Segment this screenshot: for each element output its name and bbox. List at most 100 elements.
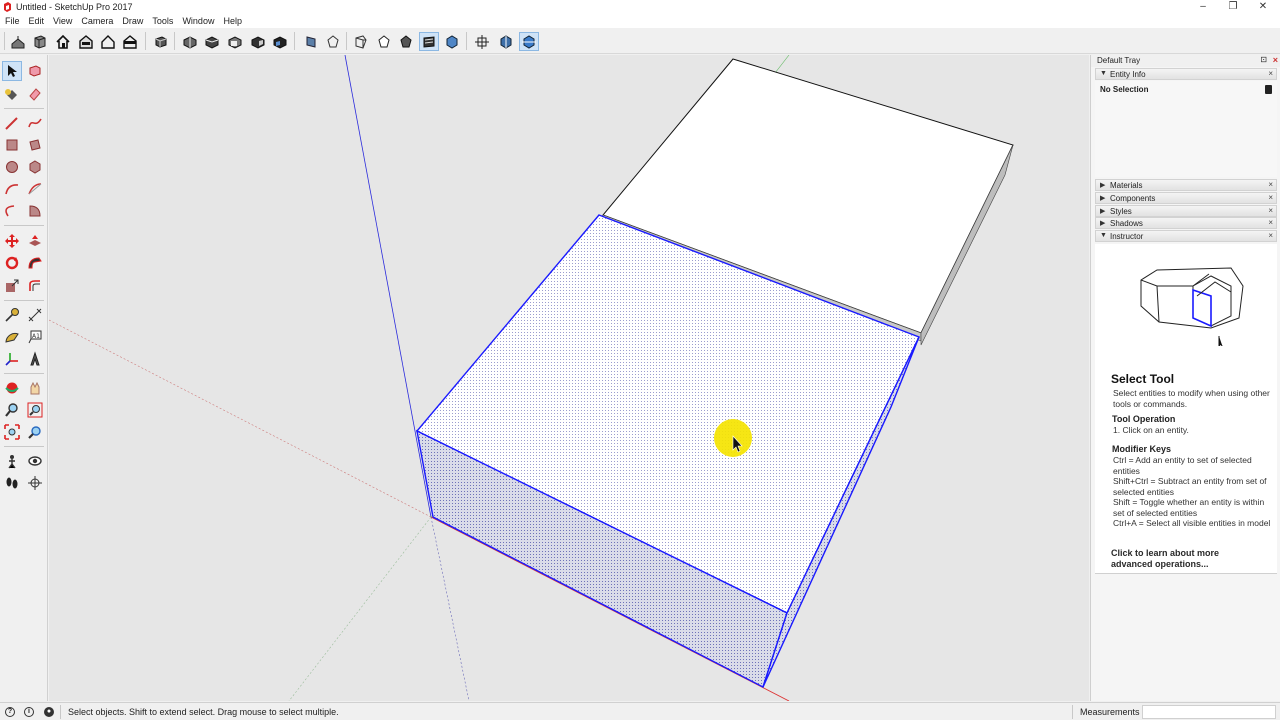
rectangle-icon[interactable] <box>2 135 22 155</box>
panel-entity-info[interactable]: ▼ Entity Info × <box>1095 68 1277 80</box>
rotated-rectangle-icon[interactable] <box>25 135 45 155</box>
menu-tools[interactable]: Tools <box>148 15 177 28</box>
user-account-icon[interactable]: ● <box>44 707 54 717</box>
section-plane-icon[interactable] <box>442 32 462 51</box>
credits-icon[interactable]: i <box>24 707 34 717</box>
views-right-icon[interactable] <box>248 32 268 51</box>
house-section-icon[interactable] <box>120 32 140 51</box>
panel-close-icon[interactable]: × <box>1268 180 1273 189</box>
freehand-icon[interactable] <box>25 113 45 133</box>
menu-file[interactable]: File <box>1 15 24 28</box>
text-icon[interactable]: A1 <box>25 327 45 347</box>
menu-help[interactable]: Help <box>219 15 246 28</box>
offset-icon[interactable] <box>25 276 45 296</box>
views-front-icon[interactable] <box>225 32 245 51</box>
circle-icon[interactable] <box>2 157 22 177</box>
house-open-icon[interactable] <box>76 32 96 51</box>
section-plane-tool-icon[interactable] <box>25 473 45 493</box>
views-top-icon[interactable] <box>202 32 222 51</box>
measurements-label: Measurements <box>1080 707 1140 717</box>
toggle-details-icon[interactable] <box>1265 85 1272 94</box>
section-fill-icon[interactable] <box>519 32 539 51</box>
collapsed-arrow-icon: ▶ <box>1100 208 1106 215</box>
xray-icon[interactable] <box>301 32 321 51</box>
cube-icon[interactable] <box>30 32 50 51</box>
zoom-window-icon[interactable] <box>25 400 45 420</box>
panel-label: Materials <box>1110 181 1143 190</box>
panel-close-icon[interactable]: × <box>1268 218 1273 227</box>
two-point-arc-icon[interactable] <box>25 179 45 199</box>
sketchup-logo-icon <box>4 2 11 12</box>
pie-icon[interactable] <box>25 201 45 221</box>
measurements-input[interactable] <box>1142 705 1276 719</box>
menu-edit[interactable]: Edit <box>25 15 49 28</box>
panel-close-icon[interactable]: × <box>1268 231 1273 240</box>
axes-icon[interactable] <box>2 349 22 369</box>
tray-close-icon[interactable]: × <box>1273 55 1278 65</box>
panel-materials[interactable]: ▶ Materials × <box>1095 179 1277 191</box>
maximize-button[interactable]: ❐ <box>1218 0 1248 15</box>
close-button[interactable]: ✕ <box>1248 0 1278 15</box>
move-icon[interactable] <box>2 231 22 251</box>
panel-components[interactable]: ▶ Components × <box>1095 192 1277 204</box>
walk-icon[interactable] <box>2 473 22 493</box>
menu-camera[interactable]: Camera <box>77 15 117 28</box>
move-camera-icon[interactable] <box>8 32 28 51</box>
zoom-extents-icon[interactable] <box>2 422 22 442</box>
follow-me-icon[interactable] <box>25 253 45 273</box>
look-around-icon[interactable] <box>25 451 45 471</box>
menu-view[interactable]: View <box>49 15 76 28</box>
shaded-textures-icon[interactable] <box>396 32 416 51</box>
collapsed-arrow-icon: ▶ <box>1100 182 1106 189</box>
learn-more-link[interactable]: Click to learn about more advanced opera… <box>1111 548 1261 570</box>
menu-draw[interactable]: Draw <box>118 15 147 28</box>
pin-icon[interactable]: ⊡ <box>1260 55 1267 64</box>
orbit-icon[interactable] <box>2 378 22 398</box>
position-camera-icon[interactable] <box>2 451 22 471</box>
3d-text-icon[interactable] <box>25 349 45 369</box>
minimize-button[interactable]: – <box>1188 0 1218 15</box>
dimension-icon[interactable] <box>25 305 45 325</box>
house-icon[interactable] <box>53 32 73 51</box>
tape-measure-icon[interactable] <box>2 305 22 325</box>
pan-icon[interactable] <box>25 378 45 398</box>
previous-view-icon[interactable] <box>25 422 45 442</box>
panel-label: Components <box>1110 194 1156 203</box>
panel-instructor[interactable]: ▼ Instructor × <box>1095 230 1277 242</box>
views-iso-icon[interactable] <box>180 32 200 51</box>
make-component-icon[interactable] <box>25 61 45 81</box>
eraser-icon[interactable] <box>25 84 45 104</box>
views-back-icon[interactable] <box>270 32 290 51</box>
line-icon[interactable] <box>2 113 22 133</box>
model-canvas[interactable] <box>49 55 1089 701</box>
scale-icon[interactable] <box>2 276 22 296</box>
shaded-icon[interactable] <box>374 32 394 51</box>
zoom-icon[interactable] <box>2 400 22 420</box>
polygon-icon[interactable] <box>25 157 45 177</box>
hidden-line-icon[interactable] <box>323 32 343 51</box>
geo-location-icon[interactable]: ? <box>5 707 15 717</box>
panel-close-icon[interactable]: × <box>1268 193 1273 202</box>
arc-icon[interactable] <box>2 179 22 199</box>
instructor-tool-description: Select entities to modify when using oth… <box>1113 388 1270 409</box>
display-section-icon[interactable] <box>472 32 492 51</box>
three-point-arc-icon[interactable] <box>2 201 22 221</box>
select-icon[interactable] <box>2 61 22 81</box>
wireframe-icon[interactable] <box>351 32 371 51</box>
house-outline-icon[interactable] <box>98 32 118 51</box>
rotate-icon[interactable] <box>2 253 22 273</box>
push-pull-icon[interactable] <box>25 231 45 251</box>
panel-close-icon[interactable]: × <box>1268 69 1273 78</box>
menu-bar: File Edit View Camera Draw Tools Window Help <box>0 15 1280 28</box>
box-icon[interactable] <box>151 32 171 51</box>
panel-shadows[interactable]: ▶ Shadows × <box>1095 217 1277 229</box>
panel-close-icon[interactable]: × <box>1268 206 1273 215</box>
panel-styles[interactable]: ▶ Styles × <box>1095 205 1277 217</box>
paint-bucket-icon[interactable] <box>2 84 22 104</box>
section-cut-icon[interactable] <box>496 32 516 51</box>
protractor-icon[interactable] <box>2 327 22 347</box>
menu-window[interactable]: Window <box>178 15 218 28</box>
drawing-viewport[interactable] <box>49 55 1089 701</box>
main-toolbar <box>0 28 1280 54</box>
monochrome-icon[interactable] <box>419 32 439 51</box>
